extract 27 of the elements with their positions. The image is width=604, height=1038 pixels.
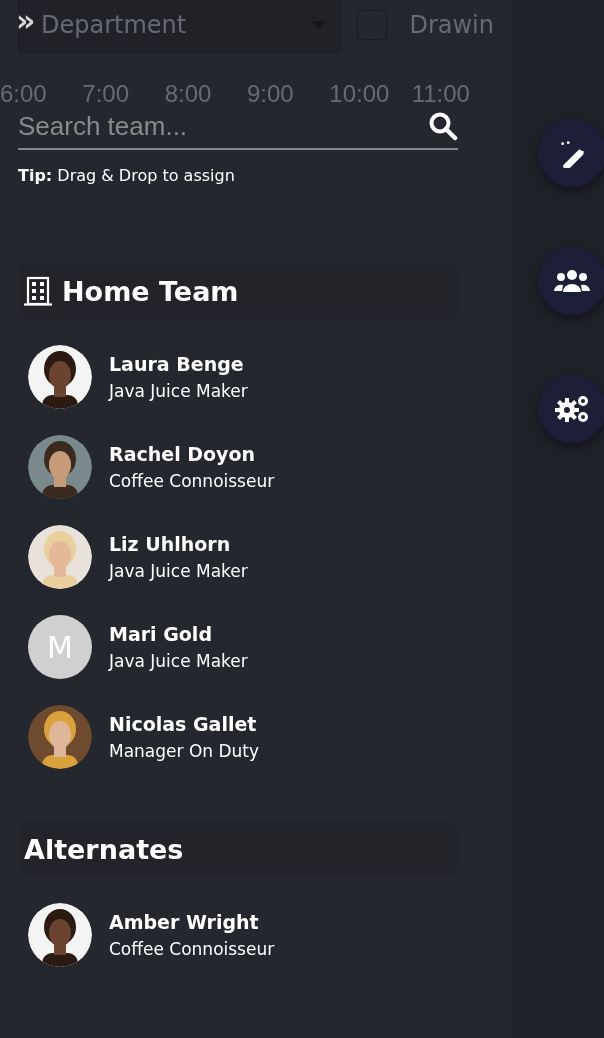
member-name[interactable]: Rachel Doyon	[109, 443, 275, 465]
member-role: Java Juice Maker	[109, 381, 248, 401]
expand-icon[interactable]: »	[16, 6, 36, 36]
gears-icon	[554, 394, 590, 424]
section-title: Alternates	[24, 833, 184, 865]
time-label: 11:00	[411, 80, 471, 108]
member-role: Manager On Duty	[109, 741, 260, 761]
time-label: 7:00	[82, 80, 131, 108]
member-name[interactable]: Mari Gold	[109, 623, 248, 645]
member-name[interactable]: Amber Wright	[109, 911, 275, 933]
section-title: Home Team	[62, 275, 239, 307]
time-label: 8:00	[164, 80, 213, 108]
member-name[interactable]: Liz Uhlhorn	[109, 533, 248, 555]
search-field[interactable]: Search team...	[18, 110, 428, 142]
view-label: Drawin	[409, 11, 494, 39]
member-role: Coffee Connoisseur	[109, 471, 275, 491]
time-label: 6:00	[0, 80, 48, 108]
group-icon	[554, 269, 590, 293]
search-icon	[428, 111, 458, 141]
time-label: 9:00	[247, 80, 295, 108]
member-role: Java Juice Maker	[109, 651, 248, 671]
member-role: Coffee Connoisseur	[109, 939, 275, 959]
member-role: Java Juice Maker	[109, 561, 248, 581]
tip-text: Tip: Drag & Drop to assign	[18, 166, 236, 185]
time-label: 10:00	[329, 80, 391, 108]
member-name[interactable]: Nicolas Gallet	[109, 713, 260, 735]
member-name[interactable]: Laura Benge	[109, 353, 248, 375]
